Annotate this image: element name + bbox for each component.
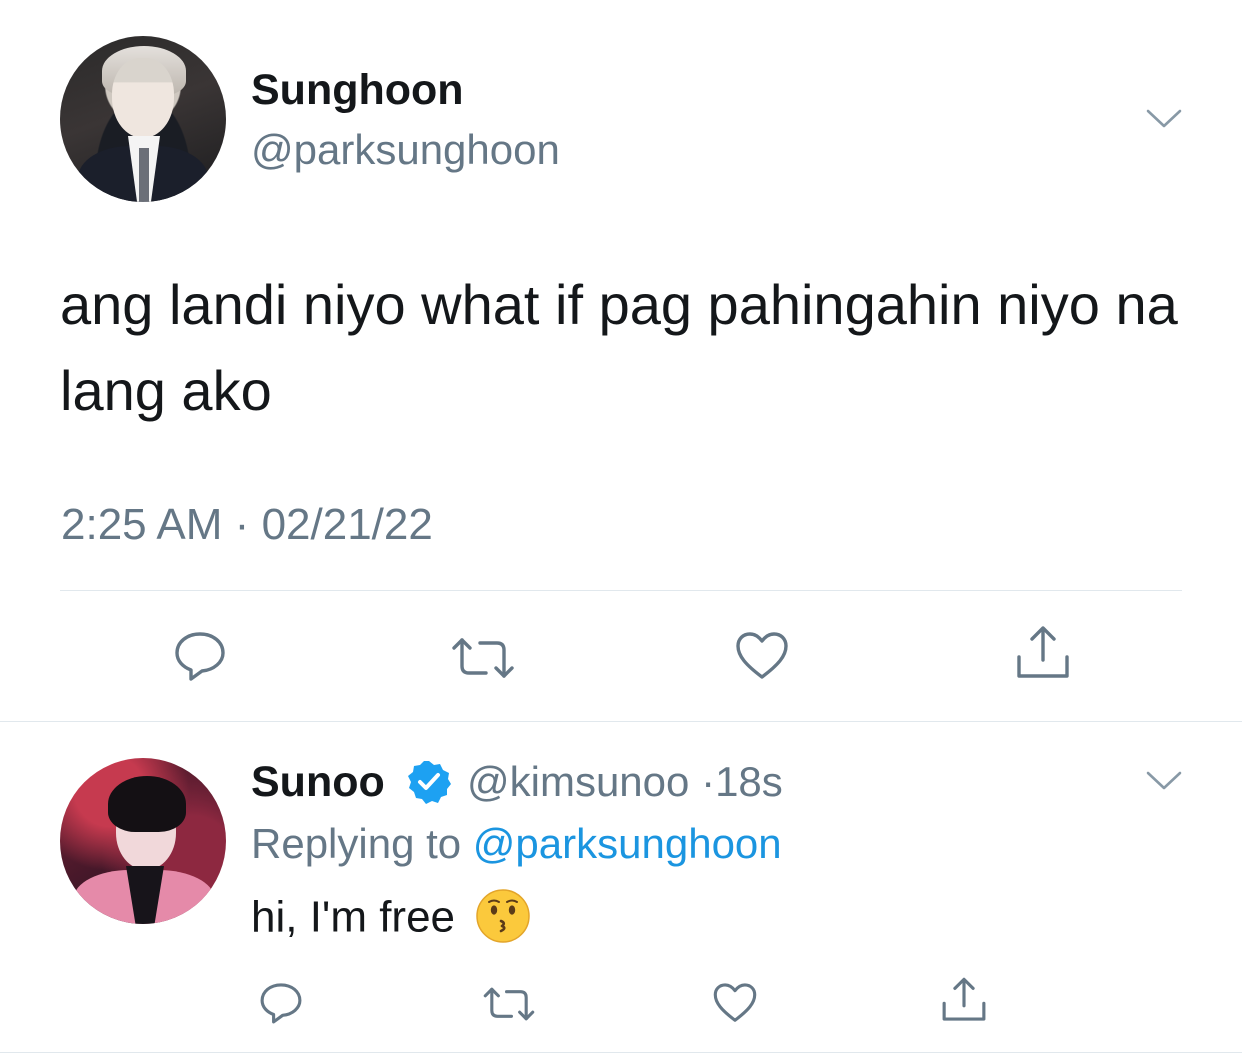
share-icon [942, 977, 986, 1021]
heart-icon [713, 983, 757, 1022]
reply-retweet-button[interactable] [482, 986, 536, 1022]
divider [60, 590, 1182, 591]
retweet-icon [452, 638, 514, 678]
tweet-timestamp[interactable]: 2:25 AM · 02/21/22 [61, 500, 433, 550]
reply-text: hi, I'm free [251, 892, 456, 942]
retweet-button[interactable] [450, 636, 516, 680]
reply-text-container: hi, I'm free [251, 889, 531, 948]
author-avatar[interactable] [60, 36, 226, 202]
reply-author-handle[interactable]: @kimsunoo [467, 758, 689, 805]
author-name[interactable]: Sunghoon [251, 66, 464, 115]
replying-to-line: Replying to @parksunghoon [251, 820, 782, 868]
replying-to-label: Replying to [251, 820, 462, 867]
share-icon [1017, 626, 1069, 678]
meta-separator: · [701, 758, 716, 805]
like-button[interactable] [734, 628, 790, 684]
replying-to-mention-link[interactable]: @parksunghoon [473, 820, 782, 867]
author-handle[interactable]: @parksunghoon [251, 126, 560, 174]
reply-author-avatar[interactable] [60, 758, 226, 924]
tweet-date: 02/21/22 [261, 500, 433, 549]
reply-icon [260, 983, 302, 1024]
heart-icon [736, 632, 788, 679]
reply-age[interactable]: 18s [715, 758, 783, 805]
reply-share-button[interactable] [940, 976, 988, 1024]
retweet-icon [483, 987, 535, 1021]
reply-author-meta: @kimsunoo ·18s [467, 758, 783, 806]
reply-icon [175, 632, 225, 681]
share-button[interactable] [1014, 624, 1072, 682]
divider [0, 1052, 1242, 1053]
reply-menu-chevron-down-icon[interactable] [1146, 770, 1182, 792]
reply-author-name[interactable]: Sunoo [251, 758, 385, 807]
reply-like-button[interactable] [712, 980, 758, 1026]
divider [0, 721, 1242, 722]
tweet-time: 2:25 AM [61, 500, 223, 549]
tweet-menu-chevron-down-icon[interactable] [1146, 108, 1182, 130]
reply-button[interactable] [172, 628, 228, 684]
avatar-face [112, 58, 174, 138]
meta-separator: · [234, 500, 250, 549]
avatar-hair [108, 776, 186, 832]
tweet-text: ang landi niyo what if pag pahingahin ni… [60, 273, 1178, 422]
verified-badge-icon [406, 759, 452, 805]
reply-reply-button[interactable] [258, 980, 304, 1026]
avatar-tie [139, 148, 149, 202]
kissing-face-emoji-icon [476, 889, 530, 943]
